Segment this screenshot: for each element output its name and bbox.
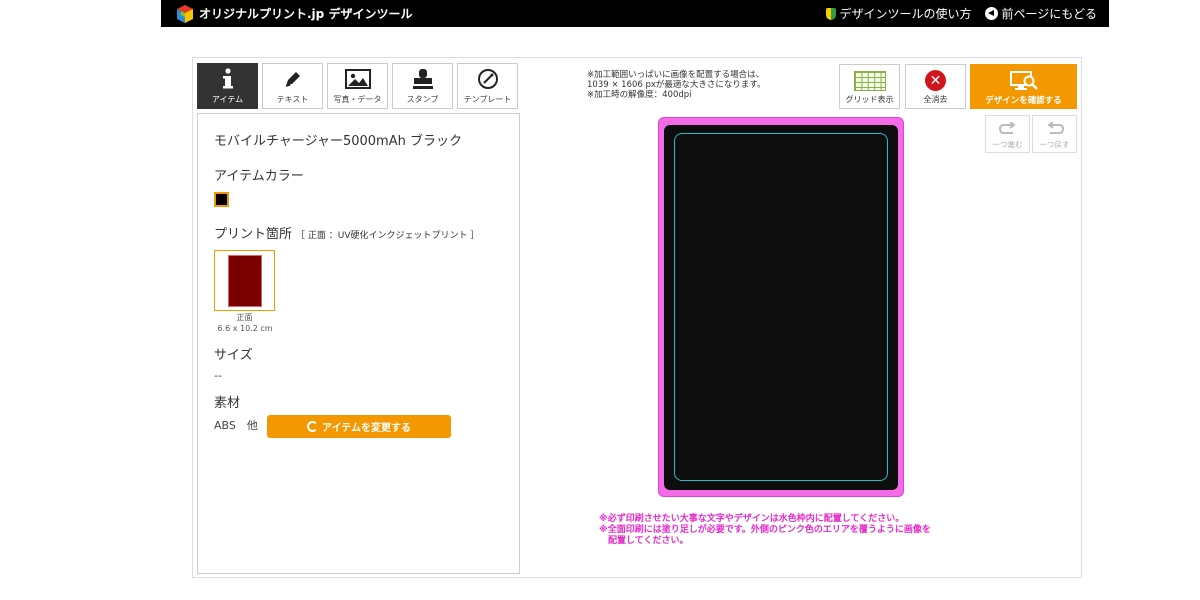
howto-label: デザインツールの使い方: [839, 7, 972, 21]
undo-label: 一つ戻す: [1039, 140, 1070, 149]
tab-template[interactable]: テンプレート: [457, 63, 518, 109]
location-name: 正面: [236, 313, 253, 322]
monitor-search-icon: [1009, 71, 1038, 90]
grid-toggle-button[interactable]: グリッド表示: [839, 64, 900, 109]
stamp-icon: [410, 68, 436, 90]
image-icon: [344, 68, 371, 90]
grid-icon: [853, 71, 886, 91]
item-name: モバイルチャージャー5000mAh ブラック: [214, 134, 462, 149]
tab-template-label: テンプレート: [463, 95, 512, 104]
back-label: 前ページにもどる: [1001, 7, 1097, 21]
pen-icon: [280, 68, 306, 90]
safe-area-guide: [674, 133, 888, 481]
template-icon: [475, 68, 501, 90]
front-thumbnail: [227, 254, 262, 307]
beginner-mark-icon: [826, 7, 837, 20]
undo-button[interactable]: 一つ戻す: [1032, 115, 1077, 153]
logo[interactable]: オリジナルプリント.jp デザインツール: [175, 4, 412, 24]
tab-item-label: アイテム: [211, 95, 244, 104]
resolution-note: ※加工範囲いっぱいに画像を配置する場合は、 1039 × 1606 pxが最適な…: [587, 70, 766, 100]
refresh-icon: [307, 421, 318, 432]
design-tool-frame: アイテム テキスト 写真・データ スタンプ テンプレート モバイルチャージャー5…: [192, 57, 1082, 578]
tab-photo-label: 写真・データ: [333, 95, 382, 104]
item-panel: モバイルチャージャー5000mAh ブラック アイテムカラー プリント箇所 ［ …: [197, 113, 520, 574]
size-title: サイズ: [214, 348, 253, 363]
change-item-label: アイテムを変更する: [322, 423, 411, 434]
cube-logo-icon: [177, 4, 193, 23]
undo-icon: [1046, 122, 1064, 134]
print-location-title: プリント箇所: [214, 227, 293, 242]
clear-all-button[interactable]: ✕ 全消去: [905, 64, 966, 109]
change-item-button[interactable]: アイテムを変更する: [267, 415, 451, 438]
howto-link[interactable]: デザインツールの使い方: [826, 5, 971, 22]
app-header: オリジナルプリント.jp デザインツール デザインツールの使い方 前ページにもど…: [161, 0, 1109, 27]
tab-text-label: テキスト: [276, 95, 309, 104]
print-location-front[interactable]: [214, 250, 275, 311]
redo-icon: [998, 122, 1016, 134]
tab-stamp[interactable]: スタンプ: [392, 63, 453, 109]
info-icon: [215, 68, 241, 90]
back-link[interactable]: 前ページにもどる: [985, 5, 1097, 22]
tab-photo[interactable]: 写真・データ: [327, 63, 388, 109]
material-title: 素材: [214, 396, 241, 411]
size-value: --: [214, 369, 222, 382]
back-arrow-icon: [985, 7, 999, 20]
redo-label: 一つ進む: [992, 140, 1023, 149]
location-size: 6.6 x 10.2 cm: [217, 324, 273, 333]
redo-button[interactable]: 一つ進む: [985, 115, 1030, 153]
print-location-title-row: プリント箇所 ［ 正面 ：UV硬化インクジェットプリント ］: [214, 223, 503, 242]
tab-stamp-label: スタンプ: [406, 95, 439, 104]
logo-text: オリジナルプリント.jp デザインツール: [199, 7, 413, 21]
tab-item[interactable]: アイテム: [197, 63, 258, 109]
item-color-title: アイテムカラー: [214, 169, 304, 184]
grid-label: グリッド表示: [845, 95, 894, 104]
confirm-label: デザインを確認する: [985, 96, 1062, 106]
product-print-area[interactable]: [664, 125, 898, 490]
tab-text[interactable]: テキスト: [262, 63, 323, 109]
print-guidelines-note: ※必ず印刷させたい大事な文字やデザインは水色枠内に配置してください。 ※全面印刷…: [599, 514, 931, 546]
close-icon: ✕: [925, 70, 946, 91]
bleed-area[interactable]: [658, 117, 904, 497]
print-method-note: ［ 正面 ：UV硬化インクジェットプリント ］: [296, 231, 480, 241]
tool-tabs: アイテム テキスト 写真・データ スタンプ テンプレート: [197, 63, 518, 109]
color-swatch-black[interactable]: [214, 192, 229, 207]
confirm-design-button[interactable]: デザインを確認する: [970, 64, 1077, 109]
clear-label: 全消去: [923, 95, 948, 104]
